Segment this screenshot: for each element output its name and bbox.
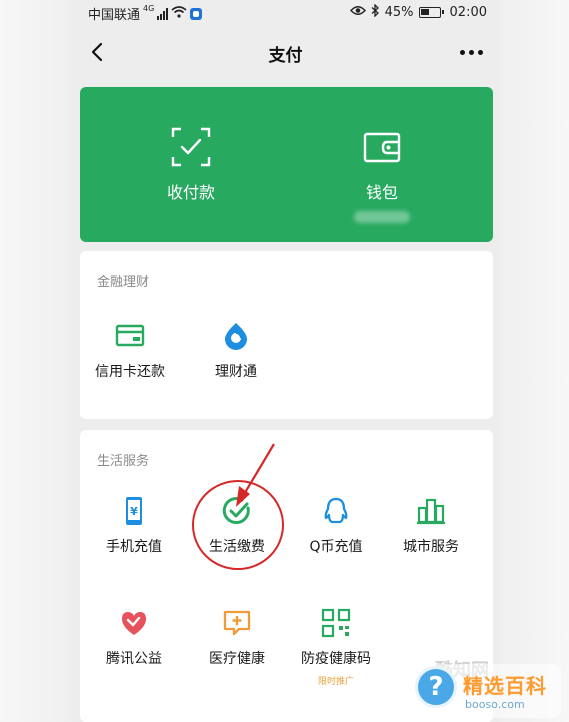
carrier-label: 中国联通: [88, 8, 141, 23]
wallet-button[interactable]: 钱包: [322, 125, 442, 223]
network-label: 4G: [143, 4, 155, 13]
utility-payment-button[interactable]: 生活缴费: [187, 496, 287, 556]
battery-icon: [418, 7, 444, 18]
more-button[interactable]: [460, 50, 483, 55]
eye-icon: [349, 5, 366, 20]
wealth-label: 理财通: [215, 364, 257, 380]
receive-pay-button[interactable]: 收付款: [131, 125, 251, 203]
city-buildings-icon: [416, 496, 446, 526]
mobile-topup-label: 手机充值: [106, 539, 162, 555]
watermark: 酷知网 ? 精选百科 booso.com: [401, 660, 561, 718]
mobile-topup-button[interactable]: ¥ 手机充值: [84, 496, 184, 556]
nav-bar: 支付: [72, 26, 499, 80]
receive-pay-label: 收付款: [166, 183, 215, 202]
watermark-url: booso.com: [465, 698, 525, 711]
page-title: 支付: [268, 46, 303, 66]
signal-icon: [157, 7, 169, 20]
watermark-name: 精选百科: [463, 674, 547, 698]
charity-heart-icon: [119, 608, 149, 638]
wallet-label: 钱包: [365, 183, 398, 202]
health-code-label: 防疫健康码: [301, 651, 371, 667]
medical-plus-icon: [222, 608, 252, 638]
check-circle-icon: [222, 496, 252, 526]
tencent-charity-button[interactable]: 腾讯公益: [84, 608, 184, 668]
status-bar: 中国联通 4G 45% 02:00: [72, 0, 499, 26]
svg-text:¥: ¥: [130, 505, 138, 518]
finance-section-title: 金融理财: [97, 275, 150, 290]
qcoin-topup-label: Q币充值: [309, 539, 363, 555]
credit-card-repay-button[interactable]: 信用卡还款: [80, 321, 180, 381]
finance-section: 金融理财 信用卡还款 理财通: [80, 251, 493, 419]
life-section-title: 生活服务: [97, 454, 150, 469]
city-services-button[interactable]: 城市服务: [381, 496, 481, 556]
tencent-charity-label: 腾讯公益: [106, 651, 162, 667]
app-notification-icon: [190, 7, 203, 20]
utility-payment-label: 生活缴费: [209, 539, 265, 555]
qq-penguin-icon: [321, 496, 351, 526]
phone-yuan-icon: ¥: [119, 496, 149, 526]
qcoin-topup-button[interactable]: Q币充值: [286, 496, 386, 556]
city-services-label: 城市服务: [403, 539, 459, 555]
promo-tag: 限时推广: [317, 677, 354, 687]
question-icon: ?: [415, 666, 457, 708]
ellipsis-icon: [460, 50, 465, 55]
wallet-icon: [360, 125, 404, 169]
bluetooth-icon: [371, 3, 380, 21]
pay-card: 收付款 钱包: [80, 87, 493, 242]
clock: 02:00: [449, 5, 487, 20]
health-code-button[interactable]: 防疫健康码 限时推广: [286, 608, 386, 687]
credit-card-repay-label: 信用卡还款: [95, 364, 165, 380]
scan-check-icon: [169, 125, 213, 169]
medical-health-button[interactable]: 医疗健康: [187, 608, 287, 668]
wealth-drop-icon: [221, 321, 251, 351]
battery-percent: 45%: [384, 5, 414, 20]
qr-code-icon: [321, 608, 351, 638]
wallet-balance-blurred: [354, 211, 410, 223]
wifi-icon: [171, 5, 187, 22]
medical-health-label: 医疗健康: [209, 651, 265, 667]
wealth-button[interactable]: 理财通: [186, 321, 286, 381]
left-margin: [0, 0, 72, 722]
phone-screen: 中国联通 4G 45% 02:00 支付 收付款 钱包 金融理财 信用卡还款 理…: [72, 0, 499, 722]
right-margin: [499, 0, 569, 722]
credit-card-icon: [115, 321, 145, 351]
